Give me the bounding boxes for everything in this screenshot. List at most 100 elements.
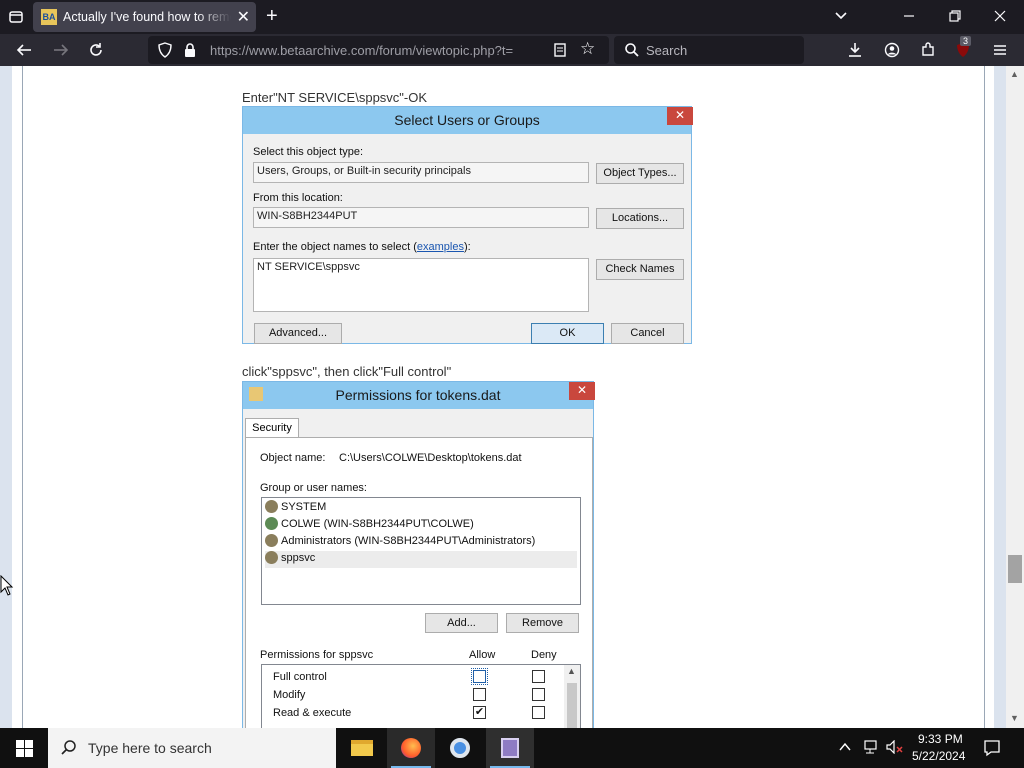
app-icon xyxy=(501,738,519,758)
allow-header: Allow xyxy=(469,649,496,661)
check-names-button: Check Names xyxy=(596,259,684,280)
lock-icon[interactable] xyxy=(183,42,197,62)
file-explorer-taskbar-button[interactable] xyxy=(338,728,386,768)
firefox-icon xyxy=(401,738,421,758)
notifications-icon[interactable] xyxy=(983,739,1001,760)
volume-muted-icon[interactable] xyxy=(886,739,904,757)
user-row: SYSTEM xyxy=(265,500,326,517)
new-tab-icon[interactable]: + xyxy=(266,6,278,26)
object-name-value: C:\Users\COLWE\Desktop\tokens.dat xyxy=(339,452,522,464)
clock-time[interactable]: 9:33 PM xyxy=(918,732,963,746)
browser-tab-active[interactable]: BA Actually I've found how to remove ✕ xyxy=(33,2,256,32)
permissions-for-label: Permissions for sppsvc xyxy=(260,649,374,661)
scroll-up-arrow-icon[interactable]: ▲ xyxy=(1010,69,1019,79)
post-caption-full-control: click"sppsvc", then click"Full control" xyxy=(242,364,452,379)
taskbar-search-placeholder: Type here to search xyxy=(88,740,212,756)
location-field: WIN-S8BH2344PUT xyxy=(253,207,589,228)
object-names-field: NT SERVICE\sppsvc xyxy=(253,258,589,312)
taskbar-search-box[interactable]: Type here to search xyxy=(48,728,336,768)
extension-badge-count: 3 xyxy=(960,36,972,46)
add-button: Add... xyxy=(425,613,498,633)
tracking-protection-shield-icon[interactable] xyxy=(157,42,173,62)
remove-button: Remove xyxy=(506,613,579,633)
betaarchive-favicon-icon: BA xyxy=(41,9,57,25)
group-names-label: Group or user names: xyxy=(260,482,367,494)
location-label: From this location: xyxy=(253,192,343,204)
deny-header: Deny xyxy=(531,649,557,661)
scroll-up-icon: ▲ xyxy=(567,666,576,676)
dialog-titlebar: Permissions for tokens.dat ✕ xyxy=(243,382,595,409)
cancel-button: Cancel xyxy=(611,323,684,344)
user-group-icon xyxy=(265,551,278,564)
permission-name: Modify xyxy=(273,689,306,701)
close-window-icon[interactable] xyxy=(993,8,1007,28)
read-execute-allow-checkbox: ✔ xyxy=(473,706,486,719)
page-left-divider xyxy=(22,66,23,728)
modify-deny-checkbox xyxy=(532,688,545,701)
extensions-puzzle-icon[interactable] xyxy=(920,42,936,62)
account-icon[interactable] xyxy=(884,42,900,62)
back-icon[interactable] xyxy=(15,42,33,62)
clock-date[interactable]: 5/22/2024 xyxy=(912,749,965,763)
examples-link: examples xyxy=(416,241,464,253)
full-control-allow-checkbox xyxy=(471,668,488,685)
permissions-dialog-image: Permissions for tokens.dat ✕ Security Ob… xyxy=(242,381,595,728)
user-list: SYSTEM COLWE (WIN-S8BH2344PUT\COLWE) Adm… xyxy=(261,497,581,605)
tab-security: Security xyxy=(245,418,299,438)
app-taskbar-button[interactable] xyxy=(486,728,534,768)
user-row: Administrators (WIN-S8BH2344PUT\Administ… xyxy=(265,534,535,551)
permissions-scrollbar: ▲ xyxy=(564,665,580,728)
user-group-icon xyxy=(265,500,278,513)
address-bar[interactable]: https://www.betaarchive.com/forum/viewto… xyxy=(148,36,609,64)
minimize-icon[interactable] xyxy=(902,8,916,28)
object-type-field: Users, Groups, or Built-in security prin… xyxy=(253,162,589,183)
user-row-selected: sppsvc xyxy=(265,551,577,568)
search-icon xyxy=(60,739,78,762)
dialog-title: Select Users or Groups xyxy=(394,112,540,128)
forward-icon[interactable] xyxy=(52,42,70,62)
locations-button: Locations... xyxy=(596,208,684,229)
tab-close-icon[interactable]: ✕ xyxy=(237,7,250,27)
search-bar[interactable]: Search xyxy=(614,36,804,64)
taskbar: Type here to search 9:33 PM 5/22/2024 xyxy=(0,728,1024,768)
page-scrollbar[interactable]: ▲ ▼ xyxy=(1006,66,1024,728)
full-control-deny-checkbox xyxy=(532,670,545,683)
network-icon[interactable] xyxy=(862,740,878,757)
page-right-divider xyxy=(984,66,985,728)
permission-name: Full control xyxy=(273,671,327,683)
tray-chevron-up-icon[interactable] xyxy=(838,740,852,757)
dialog-title: Permissions for tokens.dat xyxy=(335,387,501,403)
navigation-toolbar: https://www.betaarchive.com/forum/viewto… xyxy=(0,34,1024,66)
permission-name: Read & execute xyxy=(273,707,352,719)
page-left-border xyxy=(0,66,12,728)
page-right-border xyxy=(994,66,1006,728)
post-caption-enter-name: Enter"NT SERVICE\sppsvc"-OK xyxy=(242,90,428,105)
user-group-icon xyxy=(265,534,278,547)
list-all-tabs-icon[interactable] xyxy=(833,8,849,28)
chrome-icon xyxy=(450,738,470,758)
firefox-taskbar-button[interactable] xyxy=(387,728,435,768)
reader-view-icon[interactable] xyxy=(553,42,567,62)
object-types-button: Object Types... xyxy=(596,163,684,184)
downloads-icon[interactable] xyxy=(847,42,863,62)
reload-icon[interactable] xyxy=(88,42,104,62)
object-names-label: Enter the object names to select (exampl… xyxy=(253,241,471,253)
user-icon xyxy=(265,517,278,530)
app-menu-icon[interactable] xyxy=(992,42,1008,62)
object-type-label: Select this object type: xyxy=(253,146,364,158)
chrome-taskbar-button[interactable] xyxy=(436,728,484,768)
ok-button: OK xyxy=(531,323,604,344)
firefox-view-icon[interactable] xyxy=(8,9,24,29)
bookmark-star-icon[interactable]: ☆ xyxy=(580,40,595,57)
search-icon xyxy=(624,42,640,62)
folder-icon xyxy=(351,740,373,756)
windows-start-icon[interactable] xyxy=(16,740,33,762)
select-users-dialog-image: Select Users or Groups ✕ Select this obj… xyxy=(242,106,693,344)
advanced-button: Advanced... xyxy=(254,323,342,344)
permissions-list: Full control Modify Read & execute ✔ ▲ xyxy=(261,664,581,728)
object-name-label: Object name: xyxy=(260,452,326,464)
restore-icon[interactable] xyxy=(948,8,962,28)
scroll-down-arrow-icon[interactable]: ▼ xyxy=(1010,713,1019,723)
mouse-cursor-icon xyxy=(0,575,14,596)
page-scrollbar-thumb[interactable] xyxy=(1008,555,1022,583)
